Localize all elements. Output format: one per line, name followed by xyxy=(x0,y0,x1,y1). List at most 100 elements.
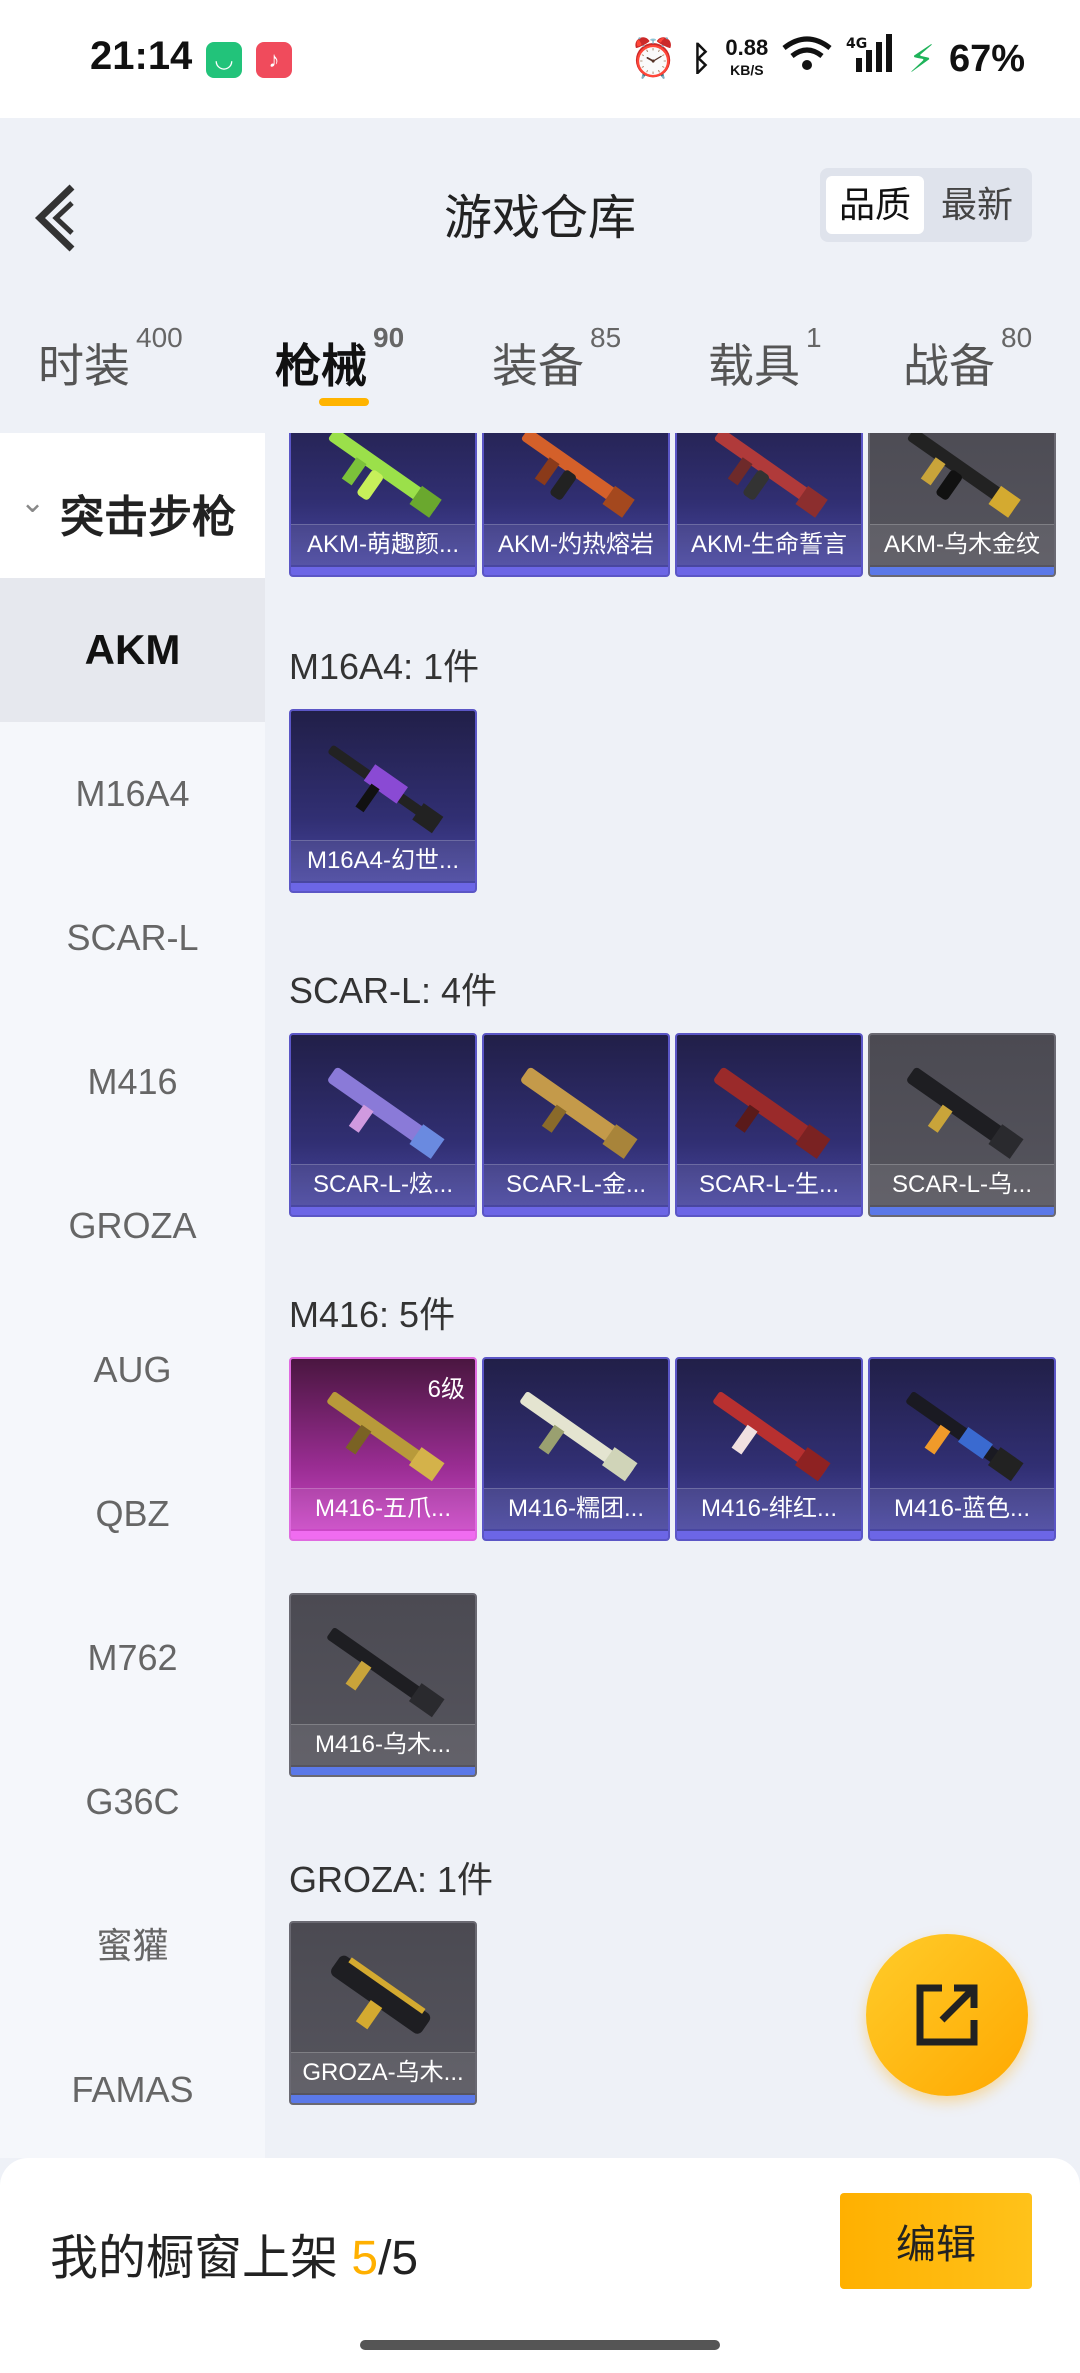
home-indicator[interactable] xyxy=(360,2340,720,2350)
sidebar-item-scar-l[interactable]: SCAR-L xyxy=(0,866,265,1010)
rifle-icon xyxy=(521,433,635,518)
skin-card[interactable]: AKM-生命誓言 xyxy=(675,433,863,577)
skin-card[interactable]: M416-乌木... xyxy=(289,1593,477,1777)
sidebar-item-m16a4[interactable]: M16A4 xyxy=(0,722,265,866)
tab-label: 战备 xyxy=(903,340,995,392)
skin-name: M416-五爪... xyxy=(291,1488,475,1529)
skin-card[interactable]: SCAR-L-生... xyxy=(675,1033,863,1217)
rarity-bar xyxy=(870,567,1054,575)
skin-card[interactable]: M16A4-幻世... xyxy=(289,709,477,893)
status-time: 21:14 xyxy=(90,34,193,78)
sidebar-item-honey-badger[interactable]: 蜜獾 xyxy=(0,1874,265,2018)
skin-name: SCAR-L-乌... xyxy=(870,1164,1054,1205)
rarity-bar xyxy=(677,567,861,575)
tab-firearms[interactable]: 枪械90 xyxy=(275,322,404,396)
rarity-bar xyxy=(291,883,475,891)
rifle-icon xyxy=(328,433,442,518)
sidebar-item-akm[interactable]: AKM xyxy=(0,578,265,722)
rarity-bar xyxy=(484,1531,668,1539)
skin-card[interactable]: SCAR-L-乌... xyxy=(868,1033,1056,1217)
rifle-icon xyxy=(713,1391,831,1482)
sidebar-item-m416[interactable]: M416 xyxy=(0,1010,265,1154)
skin-card[interactable]: SCAR-L-炫... xyxy=(289,1033,477,1217)
skin-card[interactable]: M416-糯团... xyxy=(482,1357,670,1541)
section-label-m16a4: M16A4: 1件 xyxy=(289,646,480,687)
skin-name: AKM-乌木金纹 xyxy=(870,524,1054,565)
rarity-bar xyxy=(291,567,475,575)
music-app-icon: ♪ xyxy=(256,42,292,78)
skin-name: M416-糯团... xyxy=(484,1488,668,1529)
skin-name: AKM-萌趣颜... xyxy=(291,524,475,565)
chevron-down-icon: ⌄ xyxy=(20,486,46,519)
rifle-icon xyxy=(327,1627,445,1718)
weapon-type-sidebar: ⌄ 突击步枪 AKM M16A4 SCAR-L M416 GROZA AUG Q… xyxy=(0,433,265,2158)
share-button[interactable] xyxy=(866,1934,1028,2096)
sort-quality-button[interactable]: 品质 xyxy=(826,176,924,234)
skin-card[interactable]: 6级 M416-五爪... xyxy=(289,1357,477,1541)
showcase-count: 5 xyxy=(351,2232,379,2285)
rifle-icon xyxy=(331,1955,431,2034)
net-speed-unit: KB/S xyxy=(730,62,764,78)
weapon-skin-grid: AKM-萌趣颜... AKM-灼热熔岩 AKM-生命誓言 AKM-乌木金纹 M1… xyxy=(265,433,1080,2158)
section-label-m416: M416: 5件 xyxy=(289,1294,456,1335)
rifle-icon xyxy=(906,1391,1024,1482)
rarity-bar xyxy=(291,1531,475,1539)
sidebar-item-aug[interactable]: AUG xyxy=(0,1298,265,1442)
skin-name: M16A4-幻世... xyxy=(291,840,475,881)
section-label-groza: GROZA: 1件 xyxy=(289,1859,494,1900)
sort-latest-button[interactable]: 最新 xyxy=(928,176,1026,234)
rifle-icon xyxy=(520,1391,638,1482)
skin-name: SCAR-L-金... xyxy=(484,1164,668,1205)
rifle-icon xyxy=(714,1067,831,1159)
skin-card[interactable]: M416-蓝色... xyxy=(868,1357,1056,1541)
skin-name: M416-乌木... xyxy=(291,1724,475,1765)
showcase-status: 我的橱窗上架 5/5 xyxy=(50,2218,418,2288)
tab-vehicles[interactable]: 载具1 xyxy=(708,322,822,396)
edit-button[interactable]: 编辑 xyxy=(840,2193,1032,2289)
tab-count: 80 xyxy=(1001,322,1033,353)
sidebar-group-label: 突击步枪 xyxy=(60,493,236,542)
skin-card[interactable]: SCAR-L-金... xyxy=(482,1033,670,1217)
signal-label: 4G xyxy=(846,36,867,52)
rifle-icon xyxy=(328,745,444,834)
sidebar-item-m762[interactable]: M762 xyxy=(0,1586,265,1730)
rifle-icon xyxy=(907,433,1021,518)
skin-card[interactable]: AKM-萌趣颜... xyxy=(289,433,477,577)
tab-equipment[interactable]: 装备85 xyxy=(492,322,621,396)
rarity-bar xyxy=(291,1207,475,1215)
tab-count: 90 xyxy=(373,322,405,353)
header: 游戏仓库 品质 最新 xyxy=(0,118,1080,318)
skin-name: SCAR-L-生... xyxy=(677,1164,861,1205)
rarity-bar xyxy=(870,1207,1054,1215)
skin-card[interactable]: AKM-灼热熔岩 xyxy=(482,433,670,577)
sidebar-item-qbz[interactable]: QBZ xyxy=(0,1442,265,1586)
bluetooth-icon: ᛒ xyxy=(691,39,712,78)
rifle-icon xyxy=(714,433,828,518)
net-speed-value: 0.88 xyxy=(725,35,769,60)
skin-card[interactable]: AKM-乌木金纹 xyxy=(868,433,1056,577)
tab-count: 1 xyxy=(806,322,822,353)
skin-name: SCAR-L-炫... xyxy=(291,1164,475,1205)
share-icon xyxy=(916,1984,978,2046)
skin-card[interactable]: GROZA-乌木... xyxy=(289,1921,477,2105)
active-tab-indicator xyxy=(319,398,369,406)
showcase-total: /5 xyxy=(378,2232,419,2285)
tab-combat-gear[interactable]: 战备80 xyxy=(903,322,1032,396)
sidebar-item-g36c[interactable]: G36C xyxy=(0,1730,265,1874)
sidebar-item-famas[interactable]: FAMAS xyxy=(0,2018,265,2162)
sort-toggle: 品质 最新 xyxy=(820,168,1032,242)
tab-count: 85 xyxy=(590,322,622,353)
alarm-icon: ⏰ xyxy=(629,38,678,80)
rarity-bar xyxy=(291,1767,475,1775)
signal-icon: 4G xyxy=(846,34,894,84)
tab-label: 枪械 xyxy=(275,340,367,392)
bottom-bar: 我的橱窗上架 5/5 编辑 xyxy=(0,2158,1080,2373)
rarity-bar xyxy=(484,567,668,575)
skin-card[interactable]: M416-绯红... xyxy=(675,1357,863,1541)
sidebar-item-groza[interactable]: GROZA xyxy=(0,1154,265,1298)
tab-label: 装备 xyxy=(492,340,584,392)
tab-fashion[interactable]: 时装400 xyxy=(38,322,183,396)
sidebar-group-assault-rifles[interactable]: ⌄ 突击步枪 xyxy=(0,433,265,578)
section-label-scar-l: SCAR-L: 4件 xyxy=(289,970,498,1011)
showcase-label: 我的橱窗上架 xyxy=(50,2232,339,2285)
